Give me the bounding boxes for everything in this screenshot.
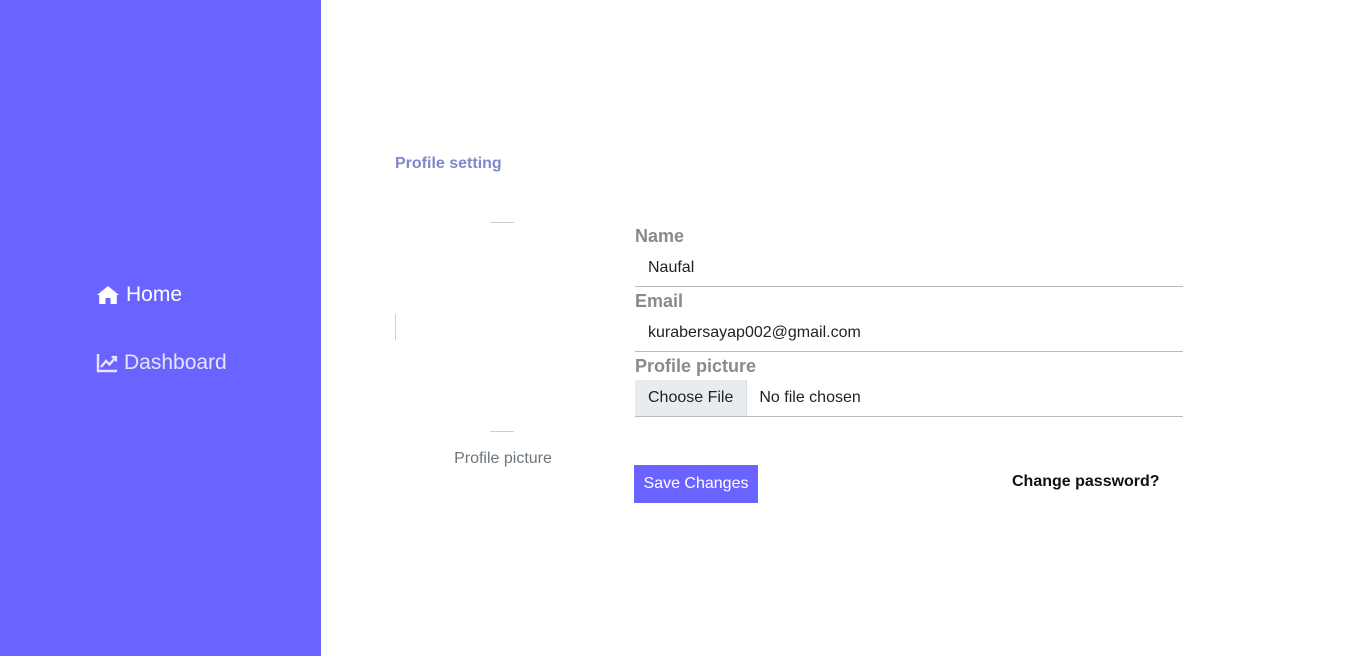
change-password-link[interactable]: Change password? [1012, 473, 1160, 491]
home-icon [96, 285, 126, 305]
avatar [395, 222, 611, 432]
choose-file-button[interactable]: Choose File [635, 380, 748, 416]
sidebar-item-home[interactable]: Home [96, 283, 182, 307]
profile-form: Name Email Profile picture Choose File N… [635, 222, 1183, 417]
profile-picture-input: Choose File No file chosen [635, 380, 1183, 417]
email-field[interactable] [635, 315, 1183, 352]
sidebar-item-label: Dashboard [124, 351, 227, 374]
name-label: Name [635, 226, 685, 246]
page-title: Profile setting [395, 155, 502, 172]
file-status: No file chosen [759, 389, 861, 406]
avatar-border [395, 314, 396, 340]
chart-line-icon [96, 353, 124, 373]
main-content: Profile setting Profile picture Name Ema… [321, 0, 1366, 656]
avatar-caption: Profile picture [454, 450, 552, 467]
sidebar-item-dashboard[interactable]: Dashboard [96, 351, 227, 375]
sidebar: Home Dashboard [0, 0, 321, 656]
email-label: Email [635, 291, 684, 311]
sidebar-item-label: Home [126, 283, 183, 306]
avatar-border [490, 222, 514, 223]
save-changes-button[interactable]: Save Changes [634, 465, 758, 503]
avatar-border [490, 431, 514, 432]
name-field[interactable] [635, 250, 1183, 287]
profile-picture-label: Profile picture [635, 356, 757, 376]
